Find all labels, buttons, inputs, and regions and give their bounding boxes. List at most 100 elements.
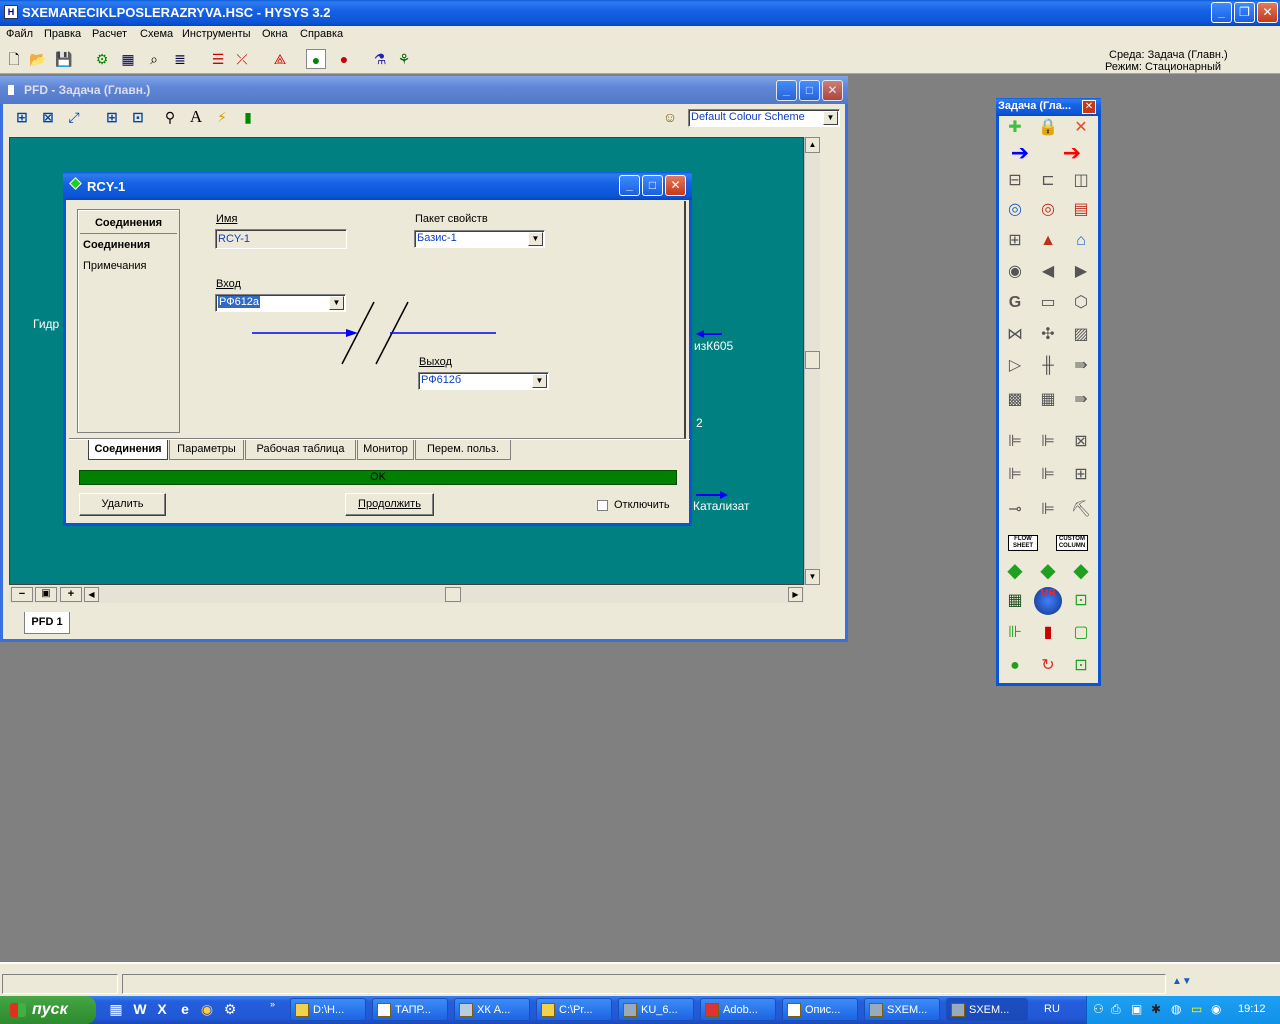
- start-button[interactable]: пуск: [0, 996, 96, 1024]
- pump-icon[interactable]: ◉: [1001, 258, 1029, 286]
- reactor-icon[interactable]: ⚘: [394, 49, 414, 69]
- heater-icon[interactable]: ◎: [1001, 196, 1029, 224]
- set-icon[interactable]: ⊪: [1001, 619, 1029, 647]
- clock[interactable]: 19:12: [1238, 1003, 1266, 1015]
- tray-bug-icon[interactable]: ✱: [1151, 1002, 1161, 1016]
- tab-user-variables[interactable]: Перем. польз.: [415, 440, 511, 460]
- excel-icon[interactable]: X: [152, 999, 172, 1019]
- save-icon[interactable]: 💾: [54, 49, 74, 69]
- delete-button[interactable]: Удалить: [79, 493, 166, 516]
- column-7-icon[interactable]: ⊸: [1001, 496, 1029, 524]
- column-2-icon[interactable]: ⊫: [1034, 428, 1062, 456]
- menu-edit[interactable]: Правка: [44, 28, 81, 40]
- pfd-zoom-all-icon[interactable]: ⊞: [12, 107, 32, 127]
- taskbar-item-8[interactable]: SXEM...: [864, 998, 940, 1021]
- plot-icon[interactable]: ⟁: [270, 49, 290, 69]
- menu-windows[interactable]: Окна: [262, 28, 288, 40]
- delete-icon[interactable]: ✕: [1067, 114, 1095, 142]
- continue-button[interactable]: Продолжить: [345, 493, 434, 516]
- custom-column-button[interactable]: CUSTOM COLUMN: [1056, 535, 1088, 551]
- taskbar-item-1[interactable]: D:\H...: [290, 998, 366, 1021]
- add-stream-icon[interactable]: ✚: [1001, 114, 1029, 142]
- taskbar-item-2[interactable]: ТАПР...: [372, 998, 448, 1021]
- column-4-icon[interactable]: ⊫: [1001, 461, 1029, 489]
- scroll-down-icon[interactable]: ▼: [805, 569, 820, 585]
- pfd-traffic-light-icon[interactable]: ▮: [238, 107, 258, 127]
- tray-volume-icon[interactable]: ◉: [1211, 1002, 1221, 1016]
- energy-stream-icon[interactable]: ➔: [1058, 139, 1086, 167]
- disable-checkbox[interactable]: [597, 500, 608, 511]
- heat-exchanger-icon[interactable]: ▤: [1067, 196, 1095, 224]
- tray-antivirus-icon[interactable]: ◍: [1171, 1002, 1181, 1016]
- tee-icon[interactable]: ✣: [1034, 321, 1062, 349]
- pfd-sheet-tab[interactable]: PFD 1: [24, 612, 70, 634]
- colour-scheme-select[interactable]: Default Colour Scheme ▼: [688, 109, 840, 127]
- scroll-left-icon[interactable]: ◀: [84, 587, 99, 602]
- conversion-icon[interactable]: ⇛: [1067, 386, 1095, 414]
- tab-worksheet[interactable]: Рабочая таблица: [245, 440, 356, 460]
- logic-diamond-1-icon[interactable]: ◆: [1001, 557, 1029, 585]
- pfd-minimize-button[interactable]: _: [776, 80, 797, 101]
- taskbar-item-7[interactable]: Опис...: [782, 998, 858, 1021]
- workbook-icon[interactable]: ▦: [118, 49, 138, 69]
- expander-icon[interactable]: ▶: [1067, 258, 1095, 286]
- pfd-fit-icon[interactable]: ⤢: [64, 107, 84, 127]
- air-cooler-icon[interactable]: ⊞: [1001, 227, 1029, 255]
- zoom-in-icon[interactable]: +: [60, 587, 82, 602]
- nav-item-notes[interactable]: Примечания: [83, 260, 147, 272]
- logic-diamond-2-icon[interactable]: ◆: [1034, 557, 1062, 585]
- taskbar-item-5[interactable]: KU_6...: [618, 998, 694, 1021]
- component-icon[interactable]: ⚙: [92, 49, 112, 69]
- lock-icon[interactable]: 🔒: [1034, 114, 1062, 142]
- chevron-down-icon[interactable]: ▼: [823, 111, 838, 125]
- cooler-icon[interactable]: ◎: [1034, 196, 1062, 224]
- taskbar-item-3[interactable]: ХК А...: [454, 998, 530, 1021]
- quicklaunch-more-icon[interactable]: »: [270, 999, 275, 1009]
- scroll-up-icon[interactable]: ▲: [805, 137, 820, 153]
- pfd-text-icon[interactable]: A: [186, 107, 206, 127]
- tab-connections[interactable]: Соединения: [88, 440, 168, 460]
- splitter-icon[interactable]: ▷: [1001, 352, 1029, 380]
- fired-heater-icon[interactable]: ▲: [1034, 227, 1062, 255]
- zoom-out-icon[interactable]: −: [11, 587, 33, 602]
- compressor-icon[interactable]: ◀: [1034, 258, 1062, 286]
- name-field[interactable]: RCY-1: [215, 229, 347, 249]
- scroll-right-icon[interactable]: ▶: [788, 587, 803, 602]
- shortcut-icon[interactable]: ⇛: [1067, 352, 1095, 380]
- mixer-icon[interactable]: ⤫: [232, 49, 252, 69]
- three-phase-separator-icon[interactable]: ⊏: [1034, 167, 1062, 195]
- pid-controller-icon[interactable]: ▮: [1034, 619, 1062, 647]
- pfd-close-button[interactable]: ✕: [822, 80, 843, 101]
- tray-printer-icon[interactable]: ⎙: [1111, 1002, 1121, 1017]
- logic-diamond-3-icon[interactable]: ◆: [1067, 557, 1095, 585]
- tree-icon[interactable]: ≣: [170, 49, 190, 69]
- column-6-icon[interactable]: ⊞: [1067, 461, 1095, 489]
- menu-tools[interactable]: Инструменты: [182, 28, 251, 40]
- stream-cutter-icon[interactable]: ●: [1001, 652, 1029, 680]
- word-icon[interactable]: W: [130, 999, 150, 1019]
- quicklaunch-1-icon[interactable]: ▦: [106, 999, 126, 1019]
- tray-battery-icon[interactable]: ▭: [1191, 1002, 1202, 1016]
- minimize-button[interactable]: _: [1211, 2, 1232, 23]
- menu-calc[interactable]: Расчет: [92, 28, 127, 40]
- menu-file[interactable]: Файл: [6, 28, 33, 40]
- pfd-maximize-button[interactable]: □: [799, 80, 820, 101]
- pfd-magnifier-icon[interactable]: ⚲: [160, 107, 180, 127]
- mixer-pal-icon[interactable]: ▨: [1067, 321, 1095, 349]
- column-1-icon[interactable]: ⊫: [1001, 428, 1029, 456]
- media-icon[interactable]: ◉: [197, 999, 217, 1019]
- close-button[interactable]: ✕: [1257, 2, 1278, 23]
- reactor-pal-icon[interactable]: ▩: [1001, 386, 1029, 414]
- open-folder-icon[interactable]: 📂: [28, 49, 48, 69]
- pfd-lightning-icon[interactable]: ⚡: [212, 107, 232, 127]
- material-stream-icon[interactable]: ➔: [1006, 139, 1034, 167]
- h-scroll-thumb[interactable]: [445, 587, 461, 602]
- spreadsheet-icon[interactable]: ▦: [1001, 587, 1029, 615]
- taskbar-item-9[interactable]: SXEM...: [946, 998, 1028, 1021]
- solver-hold-icon[interactable]: ●: [334, 49, 354, 69]
- language-indicator[interactable]: RU: [1044, 1003, 1060, 1015]
- pfd-zoom-in-icon[interactable]: ⊠: [38, 107, 58, 127]
- separator-icon[interactable]: ⊟: [1001, 167, 1029, 195]
- outlet-select[interactable]: РФ612б ▼: [418, 372, 549, 390]
- palette-close-button[interactable]: ✕: [1082, 100, 1096, 114]
